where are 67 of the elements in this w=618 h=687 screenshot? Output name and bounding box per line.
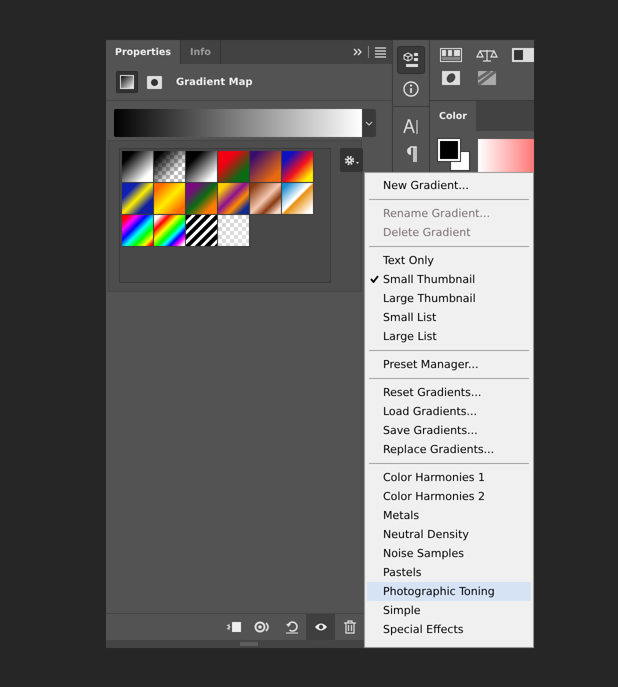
gradient-map-button[interactable] (116, 71, 138, 93)
cube-panel-button[interactable] (397, 46, 425, 74)
trash-icon[interactable] (342, 620, 356, 634)
visibility-eye-icon[interactable] (314, 621, 328, 633)
menu-item[interactable]: Color Harmonies 2 (367, 487, 531, 506)
menu-item[interactable]: Metals (367, 506, 531, 525)
menu-item[interactable]: Special Effects (367, 620, 531, 639)
grip-icon[interactable] (240, 642, 258, 646)
menu-item[interactable]: Large Thumbnail (367, 289, 531, 308)
menu-item[interactable]: Save Gradients... (367, 421, 531, 440)
menu-item[interactable]: Small Thumbnail (367, 270, 531, 289)
gradient-swatch[interactable] (154, 183, 186, 215)
menu-item[interactable]: Small List (367, 308, 531, 327)
character-icon[interactable] (403, 118, 419, 134)
gradient-swatch[interactable] (282, 183, 314, 215)
gradient-swatch[interactable] (250, 183, 282, 215)
panel-title: Gradient Map (176, 76, 252, 88)
panel-tab[interactable]: Info (181, 40, 221, 64)
menu-item[interactable]: Pastels (367, 563, 531, 582)
paragraph-icon[interactable] (404, 146, 418, 162)
panel-tab[interactable]: Properties (106, 40, 181, 64)
menu-item[interactable]: Color Harmonies 1 (367, 468, 531, 487)
menu-item[interactable]: Simple (367, 601, 531, 620)
gradient-swatch[interactable] (282, 151, 314, 183)
menu-item[interactable]: Text Only (367, 251, 531, 270)
gradient-swatch[interactable] (218, 151, 250, 183)
gradient-swatch[interactable] (154, 215, 186, 247)
photo-filter-icon[interactable] (440, 71, 462, 85)
toolbar-button[interactable] (306, 614, 335, 640)
gradient-swatch[interactable] (122, 183, 154, 215)
menu-item[interactable]: Load Gradients... (367, 402, 531, 421)
gradient-picker[interactable] (114, 109, 376, 137)
gradient-swatch[interactable] (218, 183, 250, 215)
collapse-icon[interactable] (353, 47, 362, 57)
gradient-swatch[interactable] (122, 151, 154, 183)
menu-item[interactable]: Neutral Density (367, 525, 531, 544)
channel-mixer-icon[interactable] (476, 71, 498, 85)
color-ramp[interactable] (478, 139, 534, 173)
gradient-swatch[interactable] (122, 215, 154, 247)
cube-icon[interactable] (403, 52, 419, 68)
menu-icon[interactable] (375, 46, 386, 58)
gradient-swatch[interactable] (186, 151, 218, 183)
balance-scale-icon[interactable] (476, 48, 498, 62)
panel-tab[interactable]: Color (430, 101, 476, 131)
split-square-icon[interactable] (512, 48, 534, 62)
menu-item[interactable]: Replace Gradients... (367, 440, 531, 459)
reset-icon[interactable] (284, 620, 298, 634)
menu-item[interactable]: Reset Gradients... (367, 383, 531, 402)
clip-layer-icon[interactable] (226, 620, 242, 634)
gradient-swatch[interactable] (250, 151, 282, 183)
gradient-swatch[interactable] (186, 183, 218, 215)
gradient-adjust-icon[interactable] (440, 48, 462, 62)
menu-item[interactable]: Preset Manager... (367, 355, 531, 374)
info-icon[interactable] (403, 81, 419, 97)
settings-icon[interactable] (344, 154, 359, 166)
menu-item[interactable]: Photographic Toning (367, 582, 531, 601)
gradient-square-icon[interactable] (120, 75, 134, 89)
menu-item[interactable]: Large List (367, 327, 531, 346)
settings-button[interactable] (340, 148, 363, 172)
view-previous-icon[interactable] (254, 620, 271, 634)
menu-item[interactable]: Noise Samples (367, 544, 531, 563)
gradient-swatch[interactable] (218, 215, 250, 247)
chevron-down-icon[interactable] (365, 120, 373, 126)
gradient-swatch[interactable] (154, 151, 186, 183)
gradient-swatch[interactable] (186, 215, 218, 247)
menu-item[interactable]: New Gradient... (367, 176, 531, 195)
color-swatches-drawing[interactable] (438, 139, 472, 173)
